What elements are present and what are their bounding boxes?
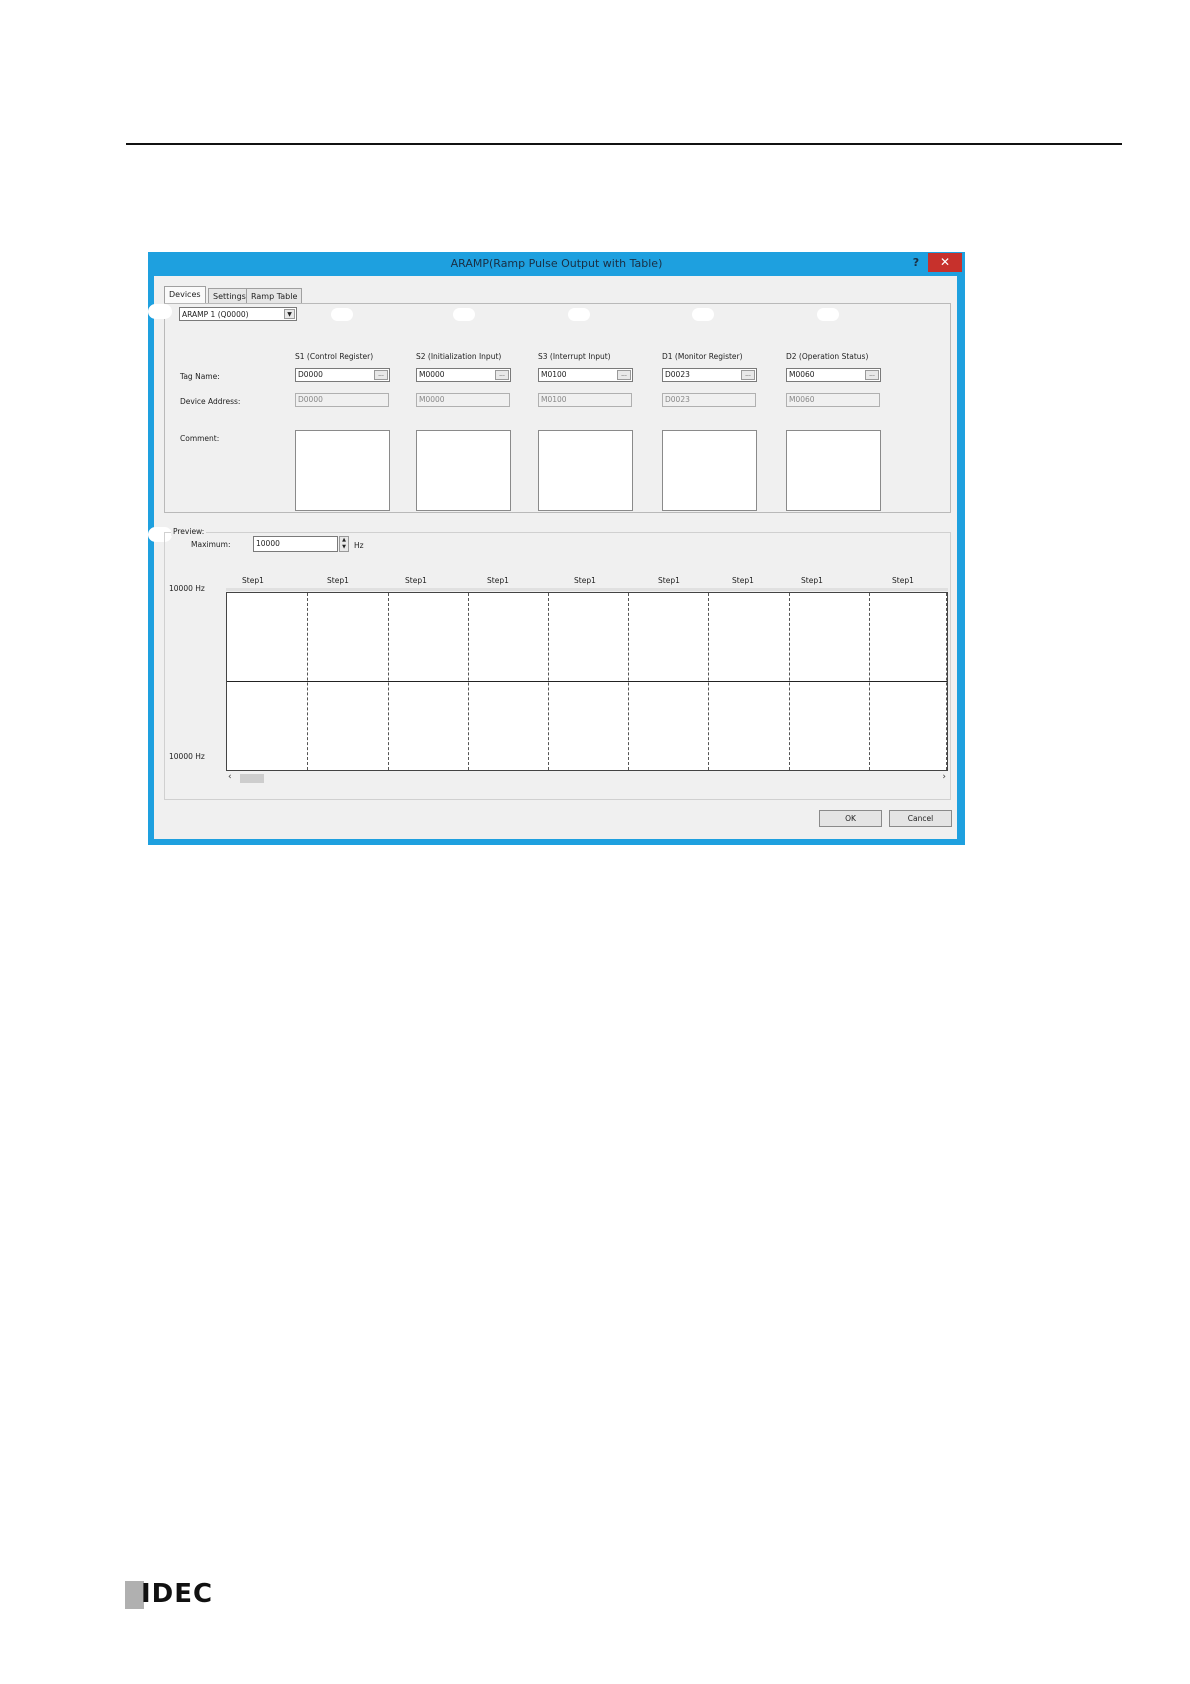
tag-name-value: D0000	[298, 370, 323, 379]
idec-logo: IDEC	[125, 1579, 214, 1609]
device-address-field-s2: M0000	[416, 393, 510, 407]
step-label: Step1	[732, 576, 754, 585]
callout-marker	[817, 308, 839, 321]
step-label: Step1	[242, 576, 264, 585]
step-divider	[468, 593, 469, 770]
column-header-d1: D1 (Monitor Register)	[662, 352, 743, 361]
device-address-field-d2: M0060	[786, 393, 880, 407]
maximum-label: Maximum:	[191, 540, 231, 549]
browse-button[interactable]: ...	[495, 370, 509, 380]
y-axis-bottom-label: 10000 Hz	[169, 752, 205, 761]
callout-marker	[692, 308, 714, 321]
step-labels: Step1 Step1 Step1 Step1 Step1 Step1 Step…	[226, 576, 946, 586]
step-label: Step1	[658, 576, 680, 585]
dialog-title: ARAMP(Ramp Pulse Output with Table)	[450, 257, 663, 270]
step-label: Step1	[574, 576, 596, 585]
browse-button[interactable]: ...	[374, 370, 388, 380]
tag-name-input-s3[interactable]: M0100 ...	[538, 368, 633, 382]
cancel-button[interactable]: Cancel	[889, 810, 952, 827]
aramp-dialog: ARAMP(Ramp Pulse Output with Table) ? ✕ …	[148, 252, 965, 845]
preview-label: Preview:	[171, 527, 207, 536]
title-bar: ARAMP(Ramp Pulse Output with Table) ? ✕	[148, 252, 965, 276]
chevron-down-icon[interactable]: ▼	[284, 309, 295, 319]
comment-label: Comment:	[180, 434, 220, 443]
tag-name-input-s1[interactable]: D0000 ...	[295, 368, 390, 382]
step-divider	[708, 593, 709, 770]
chevron-left-icon[interactable]: ‹	[228, 772, 232, 782]
device-address-field-d1: D0023	[662, 393, 756, 407]
browse-button[interactable]: ...	[741, 370, 755, 380]
callout-marker	[453, 308, 475, 321]
column-header-s1: S1 (Control Register)	[295, 352, 374, 361]
maximum-input[interactable]: 10000	[253, 536, 338, 552]
step-label: Step1	[892, 576, 914, 585]
chevron-right-icon[interactable]: ›	[942, 772, 946, 782]
browse-button[interactable]: ...	[865, 370, 879, 380]
ok-button[interactable]: OK	[819, 810, 882, 827]
device-address-label: Device Address:	[180, 397, 241, 406]
preview-chart	[226, 592, 948, 771]
device-address-field-s3: M0100	[538, 393, 632, 407]
step-divider	[789, 593, 790, 770]
column-header-d2: D2 (Operation Status)	[786, 352, 869, 361]
maximum-unit: Hz	[354, 541, 364, 550]
logo-text: IDEC	[141, 1579, 214, 1609]
step-label: Step1	[327, 576, 349, 585]
tag-name-value: M0000	[419, 370, 445, 379]
step-label: Step1	[801, 576, 823, 585]
tag-name-input-d1[interactable]: D0023 ...	[662, 368, 757, 382]
column-header-s2: S2 (Initialization Input)	[416, 352, 502, 361]
comment-field-d1[interactable]	[662, 430, 757, 511]
maximum-spinner[interactable]: ▲ ▼	[339, 536, 349, 552]
tag-name-value: M0060	[789, 370, 815, 379]
tab-settings[interactable]: Settings	[208, 288, 251, 304]
step-label: Step1	[487, 576, 509, 585]
comment-field-s2[interactable]	[416, 430, 511, 511]
preview-scrollbar[interactable]: ‹ ›	[226, 772, 948, 785]
step-divider	[548, 593, 549, 770]
callout-marker	[331, 308, 353, 321]
device-address-field-s1: D0000	[295, 393, 389, 407]
step-divider	[307, 593, 308, 770]
instruction-select[interactable]: ARAMP 1 (Q0000) ▼	[179, 307, 297, 321]
frequency-line	[227, 681, 947, 682]
step-label: Step1	[405, 576, 427, 585]
y-axis-top-label: 10000 Hz	[169, 584, 205, 593]
callout-marker	[148, 304, 172, 319]
step-divider	[869, 593, 870, 770]
comment-field-d2[interactable]	[786, 430, 881, 511]
header-rule	[126, 143, 1122, 145]
scrollbar-thumb[interactable]	[240, 774, 264, 783]
callout-marker	[568, 308, 590, 321]
tag-name-input-s2[interactable]: M0000 ...	[416, 368, 511, 382]
help-button[interactable]: ?	[908, 255, 924, 271]
step-divider	[388, 593, 389, 770]
column-header-s3: S3 (Interrupt Input)	[538, 352, 611, 361]
tab-ramp-table[interactable]: Ramp Table	[246, 288, 303, 304]
tag-name-input-d2[interactable]: M0060 ...	[786, 368, 881, 382]
tag-name-label: Tag Name:	[180, 372, 220, 381]
tag-name-value: M0100	[541, 370, 567, 379]
close-button[interactable]: ✕	[928, 253, 962, 272]
step-header-divider	[226, 588, 948, 591]
step-divider	[628, 593, 629, 770]
tag-name-value: D0023	[665, 370, 690, 379]
instruction-select-value: ARAMP 1 (Q0000)	[182, 310, 249, 319]
step-divider	[946, 593, 947, 770]
comment-field-s3[interactable]	[538, 430, 633, 511]
dialog-client: Devices Settings Ramp Table ARAMP 1 (Q00…	[148, 276, 957, 839]
comment-field-s1[interactable]	[295, 430, 390, 511]
browse-button[interactable]: ...	[617, 370, 631, 380]
